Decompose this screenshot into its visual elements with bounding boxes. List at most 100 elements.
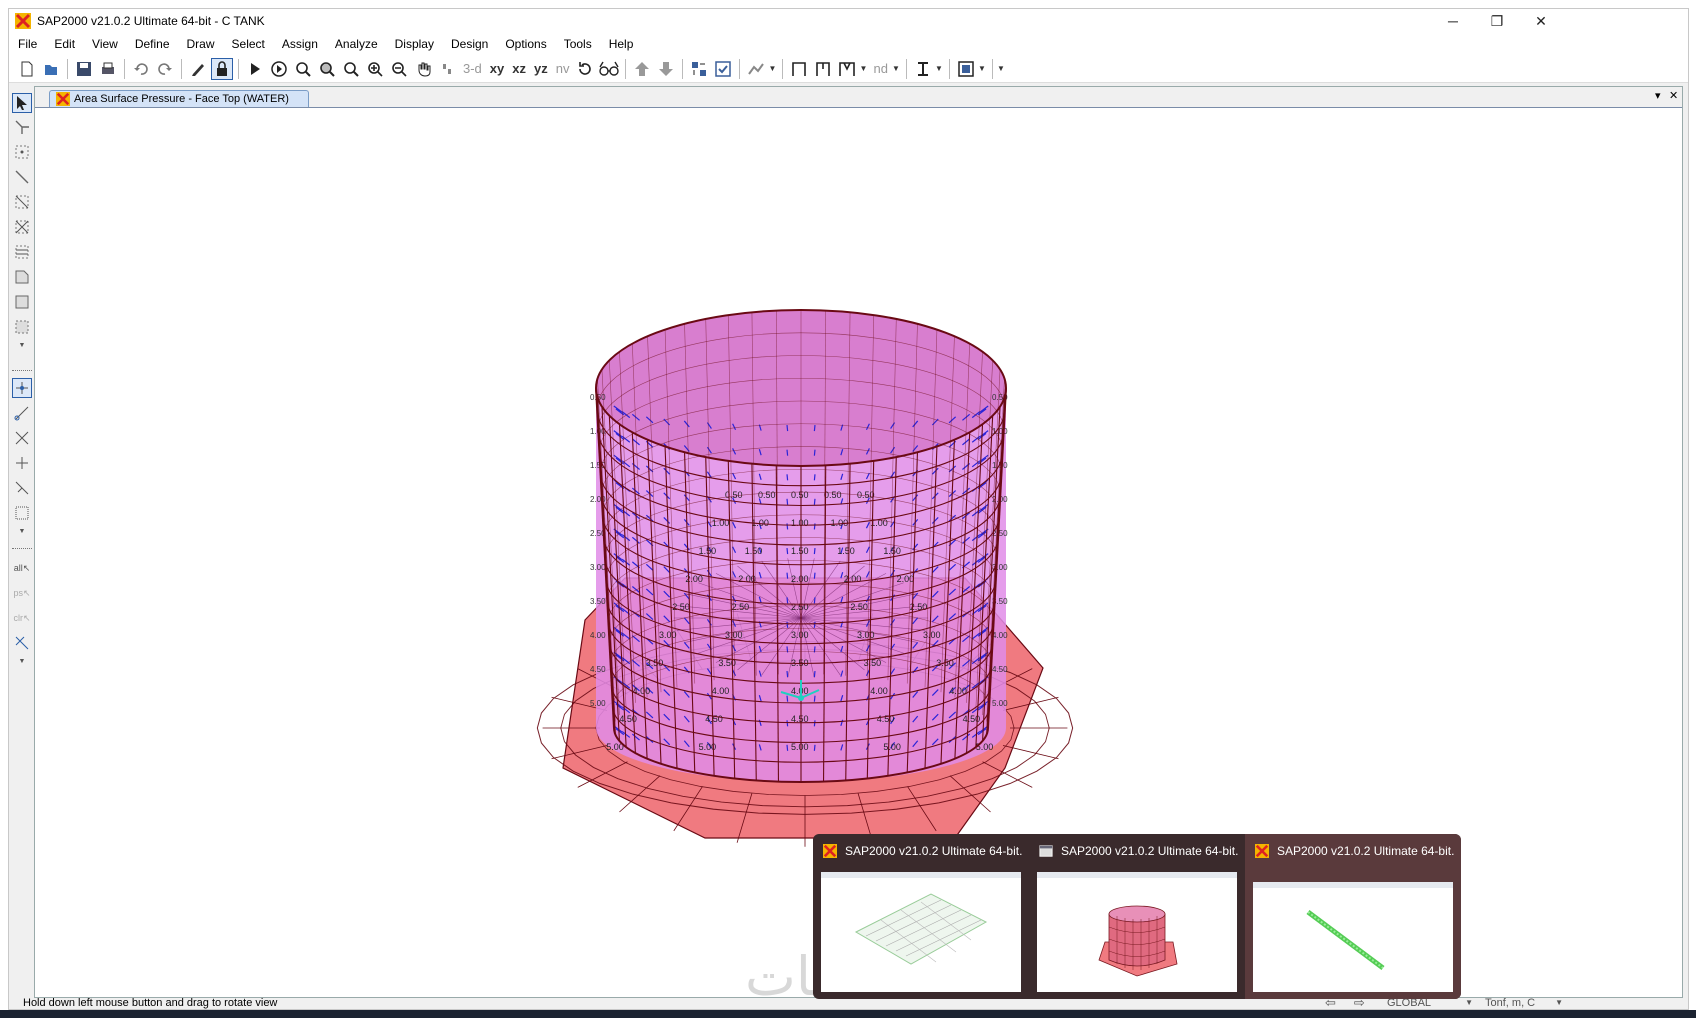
draw-frame-2-icon[interactable]: [812, 58, 834, 80]
reshaper-icon[interactable]: [12, 117, 32, 137]
quick-draw-frame-icon[interactable]: [12, 192, 32, 212]
dropdown-arrow-icon[interactable]: ▼: [859, 64, 869, 73]
pressure-label: 3.00: [791, 630, 809, 640]
snap-fine-grid-icon[interactable]: [12, 503, 32, 523]
menu-options[interactable]: Options: [496, 33, 554, 55]
menu-select[interactable]: Select: [223, 33, 273, 55]
section-i-icon[interactable]: [912, 58, 934, 80]
clear-selection-icon[interactable]: clr↖: [12, 608, 32, 628]
walk-icon[interactable]: [436, 58, 458, 80]
rubber-band-zoom-icon[interactable]: [292, 58, 314, 80]
redo-icon[interactable]: [154, 58, 176, 80]
quick-draw-area-icon[interactable]: [12, 317, 32, 337]
area-section-icon[interactable]: [955, 58, 977, 80]
object-shrink-icon[interactable]: [688, 58, 710, 80]
pressure-label: 2.50: [732, 602, 750, 612]
menu-display[interactable]: Display: [386, 33, 442, 55]
menu-assign[interactable]: Assign: [273, 33, 326, 55]
rotate-view-icon[interactable]: [574, 58, 596, 80]
units-select[interactable]: Tonf, m, C ▼: [1485, 994, 1563, 1011]
pressure-label: 4.00: [870, 686, 888, 696]
view-xy-button[interactable]: xy: [487, 58, 507, 80]
quick-draw-braces-icon[interactable]: [12, 217, 32, 237]
pressure-label: 1.00: [992, 427, 1008, 436]
menu-edit[interactable]: Edit: [45, 33, 83, 55]
pencil-icon[interactable]: [187, 58, 209, 80]
flyout-arrow-icon[interactable]: ▼: [12, 521, 32, 541]
zoom-in-icon[interactable]: [364, 58, 386, 80]
show-deformed-shape-icon[interactable]: [745, 58, 767, 80]
menu-tools[interactable]: Tools: [555, 33, 600, 55]
preview-image-2: [1037, 872, 1237, 992]
dropdown-arrow-icon[interactable]: ▼: [892, 64, 902, 73]
dropdown-arrow-icon[interactable]: ▼: [768, 64, 778, 73]
menu-design[interactable]: Design: [442, 33, 496, 55]
menu-draw[interactable]: Draw: [178, 33, 223, 55]
view-nv-button[interactable]: nv: [553, 58, 573, 80]
snap-line-ends-icon[interactable]: [12, 403, 32, 423]
preview-window-3[interactable]: SAP2000 v21.0.2 Ultimate 64-bit...: [1245, 834, 1461, 999]
close-window-button[interactable]: ✕: [1669, 89, 1678, 102]
lock-icon[interactable]: [211, 57, 233, 80]
view-nd-button[interactable]: nd: [870, 58, 890, 80]
flyout-arrow-icon[interactable]: ▼: [12, 651, 32, 671]
toolbar-overflow-icon[interactable]: ▼: [997, 64, 1007, 73]
get-previous-selection-icon[interactable]: ps↖: [12, 583, 32, 603]
draw-joint-icon[interactable]: [12, 142, 32, 162]
chevron-down-icon: ▼: [1465, 998, 1473, 1007]
close-button[interactable]: ✕: [1519, 9, 1563, 33]
undo-icon[interactable]: [130, 58, 152, 80]
view-3d-button[interactable]: 3-d: [460, 58, 485, 80]
open-model-icon[interactable]: [40, 58, 62, 80]
sap2000-logo-icon: [15, 13, 31, 29]
pointer-icon[interactable]: [12, 93, 32, 113]
pressure-label: 0.50: [758, 490, 776, 500]
move-down-icon[interactable]: [655, 58, 677, 80]
menu-view[interactable]: View: [83, 33, 126, 55]
menu-file[interactable]: File: [9, 33, 45, 55]
pressure-label: 4.50: [992, 665, 1008, 674]
menu-help[interactable]: Help: [600, 33, 642, 55]
restore-previous-zoom-icon[interactable]: [340, 58, 362, 80]
minimize-button[interactable]: ─: [1431, 9, 1475, 33]
new-model-icon[interactable]: [16, 58, 38, 80]
draw-frame-3-icon[interactable]: [836, 58, 858, 80]
save-icon[interactable]: [73, 58, 95, 80]
snap-lines-edges-icon[interactable]: [12, 478, 32, 498]
tab-area-surface-pressure[interactable]: Area Surface Pressure - Face Top (WATER): [49, 90, 309, 107]
preview-window-2[interactable]: SAP2000 v21.0.2 Ultimate 64-bit...: [1029, 834, 1245, 999]
menu-bar: File Edit View Define Draw Select Assign…: [9, 33, 1688, 55]
run-analysis-icon[interactable]: [244, 58, 266, 80]
preview-window-1[interactable]: SAP2000 v21.0.2 Ultimate 64-bit...: [813, 834, 1029, 999]
dropdown-arrow-icon[interactable]: ▼: [935, 64, 945, 73]
snap-points-icon[interactable]: [12, 378, 32, 398]
menu-define[interactable]: Define: [126, 33, 178, 55]
window-list-dropdown[interactable]: ▾: [1655, 89, 1661, 102]
view-xz-button[interactable]: xz: [509, 58, 529, 80]
restore-button[interactable]: ❐: [1475, 9, 1519, 33]
flyout-arrow-icon[interactable]: ▼: [12, 335, 32, 355]
view-yz-button[interactable]: yz: [531, 58, 551, 80]
pan-icon[interactable]: [412, 58, 434, 80]
toolbar-divider: [948, 58, 950, 79]
restore-full-view-icon[interactable]: [316, 58, 338, 80]
zoom-out-icon[interactable]: [388, 58, 410, 80]
toolbar-divider: [991, 58, 993, 79]
intersecting-line-select-icon[interactable]: [12, 633, 32, 653]
draw-rectangular-area-icon[interactable]: [12, 292, 32, 312]
move-up-icon[interactable]: [631, 58, 653, 80]
select-all-icon[interactable]: all↖: [12, 558, 32, 578]
quick-draw-secondary-beams-icon[interactable]: [12, 242, 32, 262]
draw-frame-icon[interactable]: [788, 58, 810, 80]
snap-intersections-icon[interactable]: [12, 428, 32, 448]
snap-perpendicular-icon[interactable]: [12, 453, 32, 473]
set-display-options-icon[interactable]: [712, 58, 734, 80]
draw-poly-area-icon[interactable]: [12, 267, 32, 287]
dropdown-arrow-icon[interactable]: ▼: [978, 64, 988, 73]
draw-frame-cable-icon[interactable]: [12, 167, 32, 187]
run-now-icon[interactable]: [268, 58, 290, 80]
preview-title-3: SAP2000 v21.0.2 Ultimate 64-bit...: [1255, 842, 1455, 860]
print-icon[interactable]: [97, 58, 119, 80]
menu-analyze[interactable]: Analyze: [326, 33, 386, 55]
perspective-glasses-icon[interactable]: [598, 58, 620, 80]
